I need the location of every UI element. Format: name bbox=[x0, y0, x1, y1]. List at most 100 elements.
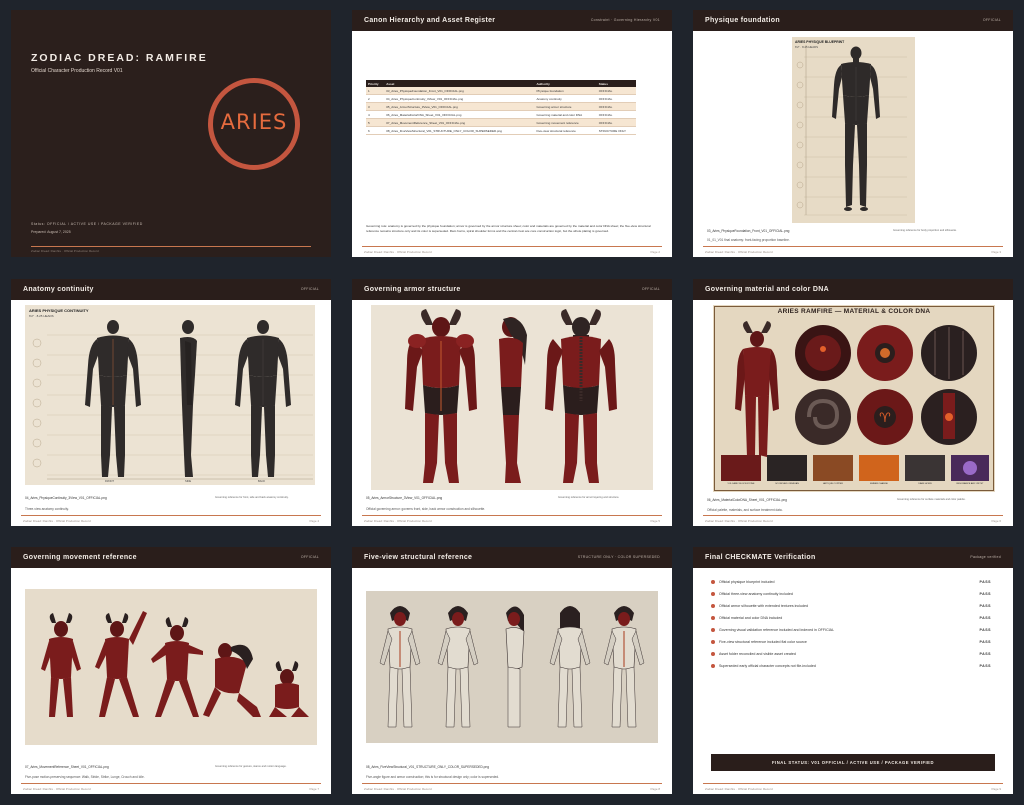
figure-filename: 08_Aries_FiveViewStructural_V01_STRUCTUR… bbox=[366, 765, 490, 769]
page-title: Governing movement reference bbox=[23, 554, 137, 561]
blueprint-title: ARIES PHYSIQUE BLUEPRINT bbox=[795, 40, 845, 44]
cover-footer: Zodiac Dread: Ramfire · Official Product… bbox=[31, 249, 99, 253]
page-header-tag: STRUCTURE ONLY · COLOR SUPERSEDED bbox=[577, 555, 660, 559]
page-footer: Zodiac Dread: Ramfire · Official Product… bbox=[362, 515, 662, 523]
table-header: Status bbox=[596, 80, 636, 87]
status-dot-icon bbox=[711, 652, 715, 656]
checklist-status: PASS bbox=[979, 616, 991, 620]
table-cell: Governing movement reference bbox=[534, 118, 597, 127]
checklist-status: PASS bbox=[979, 664, 991, 668]
status-dot-icon bbox=[711, 640, 715, 644]
swatch-label: RESONANCE ARC CRYST bbox=[956, 483, 984, 485]
cover-page[interactable]: ZODIAC DREAD: RAMFIRE Official Character… bbox=[11, 10, 331, 257]
status-dot-icon bbox=[711, 580, 715, 584]
page-number: Page 9 bbox=[991, 787, 1001, 791]
page-number: Page 8 bbox=[650, 787, 660, 791]
checklist-status: PASS bbox=[979, 580, 991, 584]
material-dna-art: ♈ bbox=[713, 305, 995, 492]
page-number: Page 5 bbox=[650, 519, 660, 523]
cover-divider bbox=[31, 246, 311, 247]
page-header: Governing material and color DNA bbox=[693, 279, 1013, 300]
page-number: Page 6 bbox=[991, 519, 1001, 523]
page-number: Page 4 bbox=[309, 519, 319, 523]
figure-authority: Governing reference for gesture, stance … bbox=[215, 765, 287, 768]
page-title: Canon Hierarchy and Asset Register bbox=[364, 17, 496, 24]
page-footer: Zodiac Dread: Ramfire · Official Product… bbox=[703, 246, 1003, 254]
status-dot-icon bbox=[711, 616, 715, 620]
five-view-sheet-art bbox=[366, 591, 658, 743]
table-row: 4 06_Aries_MaterialColorDNA_Sheet_V01_OFF… bbox=[366, 110, 636, 119]
swatch-label: EMBER CHARGE bbox=[870, 483, 888, 485]
page-header: Physique foundation OFFICIAL bbox=[693, 10, 1013, 31]
table-cell: OFFICIAL bbox=[596, 118, 636, 127]
status-dot-icon bbox=[711, 664, 715, 668]
footer-text: Zodiac Dread: Ramfire · Official Product… bbox=[364, 250, 432, 254]
five-view-page[interactable]: Five-view structural reference STRUCTURE… bbox=[352, 547, 672, 794]
page-header: Canon Hierarchy and Asset Register Const… bbox=[352, 10, 672, 31]
checklist-text: Official armor silhouette with extended … bbox=[719, 604, 809, 608]
figure-authority: Governing reference for front, side and … bbox=[215, 496, 289, 499]
status-dot-icon bbox=[711, 628, 715, 632]
page-header-tag: OFFICIAL bbox=[300, 287, 319, 291]
checklist-item: Five-view structural reference included … bbox=[711, 639, 995, 647]
verification-page[interactable]: Final CHECKMATE Verification Package ver… bbox=[693, 547, 1013, 794]
movement-sheet-image bbox=[25, 589, 317, 745]
dna-sheet-title: ARIES RAMFIRE — MATERIAL & COLOR DNA bbox=[777, 308, 931, 315]
checklist-item: Official three-view anatomy continuity i… bbox=[711, 591, 995, 599]
view-label-side: SIDE bbox=[185, 480, 192, 483]
footer-text: Zodiac Dread: Ramfire · Official Product… bbox=[705, 519, 773, 523]
final-status-banner: FINAL STATUS: V01 OFFICIAL / ACTIVE USE … bbox=[711, 754, 995, 771]
page-footer: Zodiac Dread: Ramfire · Official Product… bbox=[703, 783, 1003, 791]
footer-text: Zodiac Dread: Ramfire · Official Product… bbox=[705, 250, 773, 254]
page-title: Governing material and color DNA bbox=[705, 286, 829, 293]
checklist-text: Official material and color DNA included bbox=[719, 616, 783, 620]
material-dna-sheet-image: ♈ ARIES RAMFIRE — MATERIAL & COLOR DNA V… bbox=[713, 305, 995, 492]
page-footer: Zodiac Dread: Ramfire · Official Product… bbox=[362, 783, 662, 791]
movement-page[interactable]: Governing movement reference OFFICIAL 07… bbox=[11, 547, 331, 794]
checklist-status: PASS bbox=[979, 628, 991, 632]
figure-note: Official palette, materials, and surface… bbox=[707, 508, 783, 512]
physique-blueprint-image: ARIES PHYSIQUE BLUEPRINT 6'2" · 8.25 HEA… bbox=[792, 37, 915, 223]
view-label-back: BACK bbox=[258, 480, 266, 483]
five-view-sheet-image bbox=[366, 591, 658, 743]
table-cell: 03_Aries_PhysiqueFoundation_Front_V01_OF… bbox=[384, 87, 535, 95]
figure-filename: 04_Aries_PhysiqueContinuity_3View_V01_OF… bbox=[25, 496, 107, 500]
page-header-tag: Package verified bbox=[970, 555, 1001, 559]
page-footer: Zodiac Dread: Ramfire · Official Product… bbox=[21, 515, 321, 523]
checklist-status: PASS bbox=[979, 604, 991, 608]
table-cell: 06_Aries_MaterialColorDNA_Sheet_V01_OFFI… bbox=[384, 110, 535, 119]
armor-sheet-image bbox=[371, 305, 653, 490]
table-header: Authority bbox=[534, 80, 597, 87]
armor-page[interactable]: Governing armor structure OFFICIAL 05_Ar… bbox=[352, 279, 672, 526]
cover-status: Status: OFFICIAL / ACTIVE USE / PACKAGE … bbox=[31, 222, 143, 226]
figure-note: Official governing armor: governs front,… bbox=[366, 507, 486, 511]
table-cell: 04_Aries_PhysiqueContinuity_3View_V01_OF… bbox=[384, 94, 535, 103]
page-header: Anatomy continuity OFFICIAL bbox=[11, 279, 331, 300]
figure-filename: 03_Aries_PhysiqueFoundation_Front_V01_OF… bbox=[707, 229, 790, 233]
checklist-text: Five-view structural reference included … bbox=[719, 640, 807, 644]
page-header: Five-view structural reference STRUCTURE… bbox=[352, 547, 672, 568]
checklist-status: PASS bbox=[979, 652, 991, 656]
page-number: Page 2 bbox=[650, 250, 660, 254]
table-cell: Physique foundation bbox=[534, 87, 597, 95]
table-row: 6 08_Aries_FiveViewStructural_V01_STRUCTU… bbox=[366, 126, 636, 135]
aries-emblem-text: ARIES bbox=[220, 110, 288, 134]
continuity-sheet-art bbox=[25, 305, 315, 485]
continuity-page[interactable]: Anatomy continuity OFFICIAL ARIES PHYSIQ… bbox=[11, 279, 331, 526]
footer-text: Zodiac Dread: Ramfire · Official Product… bbox=[364, 519, 432, 523]
physique-page[interactable]: Physique foundation OFFICIAL ARIES PHYSI… bbox=[693, 10, 1013, 257]
table-cell: OFFICIAL bbox=[596, 87, 636, 95]
material-page[interactable]: Governing material and color DNA ♈ ARIES… bbox=[693, 279, 1013, 526]
status-dot-icon bbox=[711, 604, 715, 608]
figure-filename: 05_Aries_ArmorStructure_3View_V01_OFFICI… bbox=[366, 496, 443, 500]
table-cell: OFFICIAL bbox=[596, 110, 636, 119]
table-cell: 4 bbox=[366, 110, 385, 119]
checklist-item: Superseded early official character conc… bbox=[711, 663, 995, 671]
figure-note: 01_01_V01 final anatomy: front-facing pr… bbox=[707, 238, 790, 242]
table-row: 1 03_Aries_PhysiqueFoundation_Front_V01_O… bbox=[366, 87, 636, 95]
register-page[interactable]: Canon Hierarchy and Asset Register Const… bbox=[352, 10, 672, 257]
armor-sheet-art bbox=[371, 305, 653, 490]
figure-note: Five-angle figure and armor construction… bbox=[366, 775, 500, 779]
footer-text: Zodiac Dread: Ramfire · Official Product… bbox=[23, 519, 91, 523]
page-title: Final CHECKMATE Verification bbox=[705, 554, 816, 561]
